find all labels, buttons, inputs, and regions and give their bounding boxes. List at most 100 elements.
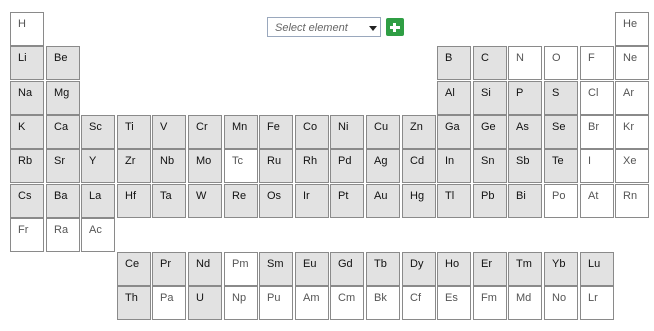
element-al[interactable]: Al [437, 81, 471, 115]
element-ba[interactable]: Ba [46, 184, 80, 218]
element-pu[interactable]: Pu [259, 286, 293, 320]
element-ni[interactable]: Ni [330, 115, 364, 149]
element-c[interactable]: C [473, 46, 507, 80]
element-ne[interactable]: Ne [615, 46, 649, 80]
element-h[interactable]: H [10, 12, 44, 46]
element-la[interactable]: La [81, 184, 115, 218]
element-pd[interactable]: Pd [330, 149, 364, 183]
element-si[interactable]: Si [473, 81, 507, 115]
element-pa[interactable]: Pa [152, 286, 186, 320]
add-element-button[interactable] [386, 18, 404, 36]
element-pt[interactable]: Pt [330, 184, 364, 218]
element-md[interactable]: Md [508, 286, 542, 320]
element-ca[interactable]: Ca [46, 115, 80, 149]
element-rn[interactable]: Rn [615, 184, 649, 218]
element-ta[interactable]: Ta [152, 184, 186, 218]
element-pr[interactable]: Pr [152, 252, 186, 286]
element-fm[interactable]: Fm [473, 286, 507, 320]
element-o[interactable]: O [544, 46, 578, 80]
element-n[interactable]: N [508, 46, 542, 80]
element-at[interactable]: At [580, 184, 614, 218]
element-mn[interactable]: Mn [224, 115, 258, 149]
element-nd[interactable]: Nd [188, 252, 222, 286]
element-th[interactable]: Th [117, 286, 151, 320]
element-ho[interactable]: Ho [437, 252, 471, 286]
element-co[interactable]: Co [295, 115, 329, 149]
element-ra[interactable]: Ra [46, 218, 80, 252]
element-re[interactable]: Re [224, 184, 258, 218]
element-b[interactable]: B [437, 46, 471, 80]
element-k[interactable]: K [10, 115, 44, 149]
element-eu[interactable]: Eu [295, 252, 329, 286]
element-lr[interactable]: Lr [580, 286, 614, 320]
element-y[interactable]: Y [81, 149, 115, 183]
element-pm[interactable]: Pm [224, 252, 258, 286]
element-ag[interactable]: Ag [366, 149, 400, 183]
element-nb[interactable]: Nb [152, 149, 186, 183]
element-w[interactable]: W [188, 184, 222, 218]
element-zr[interactable]: Zr [117, 149, 151, 183]
element-dy[interactable]: Dy [402, 252, 436, 286]
element-tl[interactable]: Tl [437, 184, 471, 218]
element-be[interactable]: Be [46, 46, 80, 80]
element-ge[interactable]: Ge [473, 115, 507, 149]
element-lu[interactable]: Lu [580, 252, 614, 286]
element-p[interactable]: P [508, 81, 542, 115]
element-dropdown[interactable]: Select element [267, 17, 381, 37]
element-sb[interactable]: Sb [508, 149, 542, 183]
element-kr[interactable]: Kr [615, 115, 649, 149]
element-s[interactable]: S [544, 81, 578, 115]
element-hf[interactable]: Hf [117, 184, 151, 218]
element-ac[interactable]: Ac [81, 218, 115, 252]
element-er[interactable]: Er [473, 252, 507, 286]
element-ar[interactable]: Ar [615, 81, 649, 115]
element-se[interactable]: Se [544, 115, 578, 149]
element-rb[interactable]: Rb [10, 149, 44, 183]
element-xe[interactable]: Xe [615, 149, 649, 183]
element-ir[interactable]: Ir [295, 184, 329, 218]
element-li[interactable]: Li [10, 46, 44, 80]
element-br[interactable]: Br [580, 115, 614, 149]
element-mg[interactable]: Mg [46, 81, 80, 115]
element-zn[interactable]: Zn [402, 115, 436, 149]
element-au[interactable]: Au [366, 184, 400, 218]
element-np[interactable]: Np [224, 286, 258, 320]
element-te[interactable]: Te [544, 149, 578, 183]
element-as[interactable]: As [508, 115, 542, 149]
element-cl[interactable]: Cl [580, 81, 614, 115]
element-ti[interactable]: Ti [117, 115, 151, 149]
element-es[interactable]: Es [437, 286, 471, 320]
element-mo[interactable]: Mo [188, 149, 222, 183]
element-ru[interactable]: Ru [259, 149, 293, 183]
element-pb[interactable]: Pb [473, 184, 507, 218]
element-na[interactable]: Na [10, 81, 44, 115]
element-v[interactable]: V [152, 115, 186, 149]
element-sr[interactable]: Sr [46, 149, 80, 183]
element-ce[interactable]: Ce [117, 252, 151, 286]
element-am[interactable]: Am [295, 286, 329, 320]
element-no[interactable]: No [544, 286, 578, 320]
element-cu[interactable]: Cu [366, 115, 400, 149]
element-sc[interactable]: Sc [81, 115, 115, 149]
element-in[interactable]: In [437, 149, 471, 183]
chevron-down-icon[interactable] [369, 26, 377, 31]
element-cm[interactable]: Cm [330, 286, 364, 320]
element-tb[interactable]: Tb [366, 252, 400, 286]
element-po[interactable]: Po [544, 184, 578, 218]
element-cr[interactable]: Cr [188, 115, 222, 149]
element-bk[interactable]: Bk [366, 286, 400, 320]
element-f[interactable]: F [580, 46, 614, 80]
element-cs[interactable]: Cs [10, 184, 44, 218]
element-yb[interactable]: Yb [544, 252, 578, 286]
element-bi[interactable]: Bi [508, 184, 542, 218]
element-u[interactable]: U [188, 286, 222, 320]
element-gd[interactable]: Gd [330, 252, 364, 286]
element-cf[interactable]: Cf [402, 286, 436, 320]
element-fe[interactable]: Fe [259, 115, 293, 149]
element-sn[interactable]: Sn [473, 149, 507, 183]
element-rh[interactable]: Rh [295, 149, 329, 183]
element-hg[interactable]: Hg [402, 184, 436, 218]
element-ga[interactable]: Ga [437, 115, 471, 149]
element-i[interactable]: I [580, 149, 614, 183]
element-cd[interactable]: Cd [402, 149, 436, 183]
